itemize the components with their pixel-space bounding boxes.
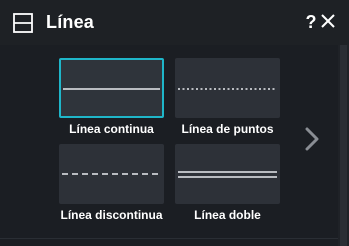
help-button[interactable]: ? bbox=[305, 10, 317, 34]
line-style-label: Línea de puntos bbox=[181, 122, 274, 136]
scrollbar-thumb[interactable] bbox=[340, 45, 347, 246]
double-line-swatch bbox=[175, 144, 280, 204]
line-style-label: Línea doble bbox=[194, 208, 261, 222]
panel-title: Línea bbox=[46, 12, 95, 32]
line-style-icon bbox=[13, 13, 33, 33]
title-bar: Línea ? bbox=[0, 0, 349, 45]
line-style-label: Línea discontinua bbox=[60, 208, 163, 222]
solid-line-swatch bbox=[59, 58, 164, 118]
line-style-panel: Línea ? Línea continua Línea de puntos L… bbox=[0, 0, 349, 246]
dotted-line-swatch bbox=[175, 58, 280, 118]
close-icon[interactable] bbox=[320, 13, 336, 29]
chevron-right-icon[interactable] bbox=[302, 125, 322, 153]
line-style-label: Línea continua bbox=[69, 122, 154, 136]
dashed-line-swatch bbox=[59, 144, 164, 204]
scrollbar[interactable] bbox=[338, 45, 349, 246]
line-style-grid: Línea continua Línea de puntos Línea dis… bbox=[0, 45, 338, 246]
divider bbox=[0, 238, 338, 239]
